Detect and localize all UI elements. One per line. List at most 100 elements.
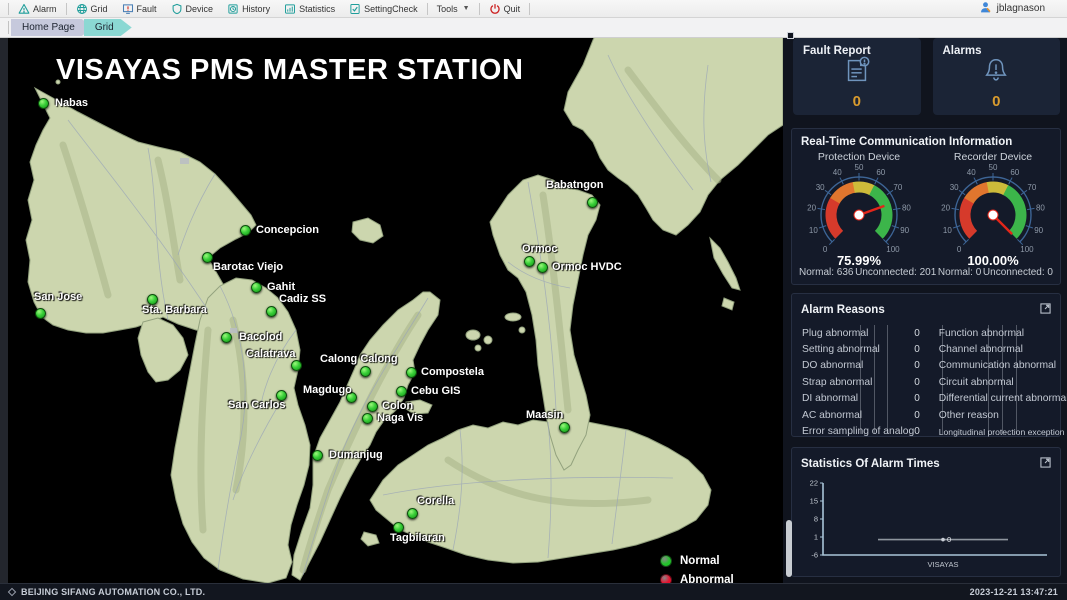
alarm-reason-row: DI abnormal0 [802,391,925,407]
map-panel[interactable]: VISAYAS PMS MASTER STATION NabasConcepci… [0,38,783,583]
svg-text:-6: -6 [811,551,818,560]
alarm-reason-count: 0 [914,344,925,355]
alarm-reason-count: 0 [914,410,925,421]
dashboard-scrollbar[interactable] [786,520,792,577]
svg-text:40: 40 [967,168,976,177]
svg-text:10: 10 [943,226,952,235]
station-marker-naga-vis[interactable] [362,413,373,424]
station-marker-colon[interactable] [367,401,378,412]
svg-text:20: 20 [941,203,950,212]
station-marker-gahit[interactable] [251,282,262,293]
station-marker-nabas[interactable] [38,98,49,109]
toolbar-button-label: Device [186,4,214,14]
station-label-san-jose: San Jose [34,291,82,303]
station-marker-maasin[interactable] [559,422,570,433]
svg-text:80: 80 [902,203,911,212]
station-label-concepcion: Concepcion [256,224,319,236]
island-bantayan [352,218,383,243]
main-toolbar: Alarm GridFault Device History Statistics Set… [0,0,1067,18]
alarm-reason-row: Plug abnormal0 [802,325,925,341]
tab-home-page[interactable]: Home Page [11,19,93,36]
toolbar-button-label: SettingCheck [364,4,418,14]
legend-item-normal: Normal [660,551,734,570]
alarm-reason-label: Channel abnormal [939,344,1023,355]
user-info[interactable]: jblagnason [979,1,1067,17]
alarm-reason-label: Strap abnormal [802,377,872,388]
station-marker-bacolod[interactable] [221,332,232,343]
communication-panel: Real-Time Communication Information Prot… [791,128,1061,285]
toolbar-separator [66,3,67,15]
toolbar-button-grid[interactable]: Grid [69,1,115,17]
station-marker-concepcion[interactable] [240,225,251,236]
station-marker-dumanjug[interactable] [312,450,323,461]
svg-text:50: 50 [855,163,864,172]
user-avatar-icon [979,1,992,17]
toolbar-button-label: Statistics [299,4,335,14]
station-marker-cadiz-ss[interactable] [266,306,277,317]
toolbar-button-quit[interactable]: Quit [482,1,528,17]
svg-text:80: 80 [1036,203,1045,212]
company-logo-icon [8,588,16,596]
alarms-card[interactable]: Alarms 0 [933,38,1061,115]
toolbar-button-tools[interactable]: Tools▼ [430,1,477,17]
expand-icon[interactable] [1040,455,1051,473]
settingcheck-icon [349,3,361,15]
gauge-recorder-device: 0102030405060708090100100.00% [926,163,1060,269]
station-marker-babatngon[interactable] [587,197,598,208]
toolbar-button-history[interactable]: History [220,1,277,17]
content-area: VISAYAS PMS MASTER STATION NabasConcepci… [0,38,1067,583]
island-panaon [710,238,740,290]
svg-text:1: 1 [814,533,818,542]
station-marker-san-jose[interactable] [35,308,46,319]
device-icon [171,3,183,15]
station-marker-corella[interactable] [407,508,418,519]
station-marker-cebu-gis[interactable] [396,386,407,397]
map-legend: NormalAbnormal [660,551,734,583]
tab-grid[interactable]: Grid [84,19,132,36]
expand-icon[interactable] [1040,301,1051,319]
fault-report-card[interactable]: Fault Report 0 [793,38,921,115]
toolbar-separator [479,3,480,15]
toolbar-button-fault[interactable]: Fault [115,1,164,17]
communication-summary: Normal: 636Unconnected: 201Normal: 0Unco… [792,267,1060,283]
station-label-sta-barbara: Sta. Barbara [142,304,207,316]
alarm-reason-row: Strap abnormal0 [802,374,925,390]
toolbar-separator [8,3,9,15]
station-marker-ormoc-hvdc[interactable] [537,262,548,273]
toolbar-button-settingcheck[interactable]: SettingCheck [342,1,425,17]
svg-text:0: 0 [957,245,962,254]
svg-text:15: 15 [810,497,818,506]
alarm-reasons-panel: Alarm Reasons Plug abnormal0Setting abno… [791,293,1061,437]
alarm-reason-count: 0 [914,393,925,404]
station-label-corella: Corella [417,495,454,507]
summary-cards-row: Fault Report 0 Alarms [793,38,1060,115]
recorder-device-label: Recorder Device [926,151,1060,163]
svg-text:30: 30 [816,183,825,192]
dashboard-column: Fault Report 0 Alarms [783,38,1067,583]
station-label-naga-vis: Naga Vis [377,412,423,424]
alarm-statistics-title: Statistics Of Alarm Times [801,458,940,470]
protection-device-label: Protection Device [792,151,926,163]
toolbar-button-statistics[interactable]: Statistics [277,1,342,17]
fault-icon [122,3,134,15]
svg-text:22: 22 [810,479,818,488]
chart-point-value: 0 [947,535,951,544]
alarm-reason-row: DO abnormal0 [802,358,925,374]
station-marker-calatrava[interactable] [291,360,302,371]
station-marker-compostela[interactable] [406,367,417,378]
svg-text:100: 100 [886,245,900,254]
station-marker-barotac-viejo[interactable] [202,252,213,263]
toolbar-button-device[interactable]: Device [164,1,221,17]
station-marker-calong-calong[interactable] [360,366,371,377]
gauge-value-protection-device: 75.99% [837,253,882,268]
company-name: BEIJING SIFANG AUTOMATION CO., LTD. [21,587,205,597]
toolbar-button-alarm[interactable]: Alarm [11,1,64,17]
station-label-dumanjug: Dumanjug [329,449,383,461]
station-marker-ormoc[interactable] [524,256,535,267]
visayas-map[interactable] [8,38,783,583]
alarm-reason-count: 0 [914,328,925,339]
alarm-reason-row: AC abnormal0 [802,407,925,423]
svg-text:90: 90 [900,226,909,235]
svg-text:70: 70 [1027,183,1036,192]
collapse-panel-icon[interactable] [787,32,794,39]
